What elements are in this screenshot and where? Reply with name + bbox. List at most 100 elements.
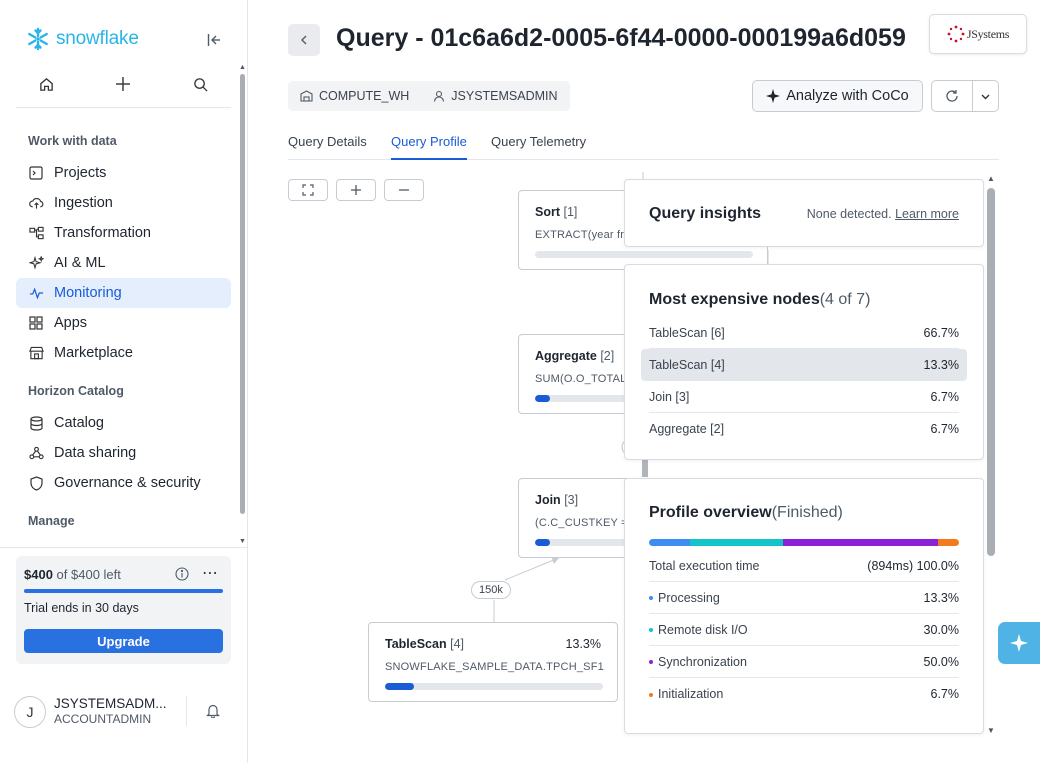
scroll-down-icon[interactable]: ▼ — [239, 538, 246, 545]
breakdown-segment — [783, 539, 939, 546]
execution-breakdown-bar — [649, 539, 959, 546]
refresh-options-button[interactable] — [972, 80, 999, 112]
breakdown-segment — [938, 539, 959, 546]
graph-edge — [504, 558, 557, 581]
sidebar-item-label: Data sharing — [54, 445, 137, 461]
credits-amount: $400 of $400 left — [24, 567, 121, 582]
scroll-down-icon[interactable]: ▼ — [987, 726, 995, 735]
panel-title: Query insights — [649, 205, 762, 222]
sidebar-item-label: Monitoring — [54, 285, 122, 301]
overview-row-remote-disk-io: Remote disk I/O 30.0% — [649, 614, 959, 646]
storefront-icon — [28, 345, 44, 361]
shield-icon — [28, 475, 44, 491]
main-scrollbar[interactable]: ▲ ▼ — [986, 174, 996, 736]
create-button[interactable] — [111, 72, 135, 96]
warehouse-name: COMPUTE_WH — [319, 89, 410, 103]
query-meta: COMPUTE_WH JSYSTEMSADMIN — [288, 81, 570, 111]
warehouse-icon — [300, 90, 313, 102]
graph-edge — [642, 457, 648, 477]
panel-title: Profile overview(Finished) — [649, 504, 843, 521]
database-icon — [28, 415, 44, 431]
home-button[interactable] — [34, 72, 58, 96]
sidebar-item-apps[interactable]: Apps — [16, 308, 231, 338]
jsystems-logo-icon — [947, 25, 965, 43]
sidebar-item-monitoring[interactable]: Monitoring — [16, 278, 231, 308]
user-icon — [434, 90, 445, 102]
share-icon — [28, 445, 44, 461]
legend-dot — [649, 660, 653, 665]
sidebar-item-label: Apps — [54, 315, 88, 331]
sparkle-icon — [766, 89, 781, 103]
quick-actions — [16, 64, 231, 108]
ai-assistant-button[interactable] — [998, 622, 1040, 664]
node-name: Sort [1] — [535, 205, 578, 219]
credits-progress-bar — [24, 589, 223, 593]
scroll-up-icon[interactable]: ▲ — [987, 174, 995, 183]
sidebar-item-projects[interactable]: Projects — [16, 158, 231, 188]
query-user: JSYSTEMSADMIN — [451, 89, 558, 103]
logo-wordmark: snowflake — [56, 28, 139, 49]
user-role: ACCOUNTADMIN — [54, 712, 152, 726]
activity-icon — [28, 285, 44, 301]
projects-icon — [28, 165, 44, 181]
home-icon — [39, 77, 53, 91]
info-icon[interactable] — [175, 567, 189, 586]
user-menu[interactable]: J JSYSTEMSADM... ACCOUNTADMIN — [14, 694, 234, 730]
node-description: SNOWFLAKE_SAMPLE_DATA.TPCH_SF1... — [385, 661, 605, 673]
tab-query-details[interactable]: Query Details — [288, 134, 367, 160]
back-button[interactable] — [288, 24, 320, 56]
overview-row-synchronization: Synchronization 50.0% — [649, 646, 959, 678]
expensive-node-row[interactable]: Aggregate [2] 6.7% — [649, 413, 959, 445]
sidebar-item-catalog[interactable]: Catalog — [16, 408, 231, 438]
scroll-thumb[interactable] — [240, 74, 245, 514]
chevron-left-icon — [301, 35, 307, 45]
divider — [186, 696, 187, 726]
page-title: Query - 01c6a6d2-0005-6f44-0000-000199a6… — [336, 24, 906, 52]
edge-row-count: 150k — [471, 581, 511, 599]
sidebar-item-marketplace[interactable]: Marketplace — [16, 338, 231, 368]
node-progress-bar — [535, 251, 753, 258]
graph-node-tablescan[interactable]: TableScan [4] 13.3% SNOWFLAKE_SAMPLE_DAT… — [368, 622, 618, 702]
sidebar-item-label: Projects — [54, 165, 107, 181]
learn-more-link[interactable]: Learn more — [895, 207, 959, 221]
collapse-sidebar-button[interactable] — [204, 30, 224, 50]
sidebar-scrollbar[interactable]: ▲ ▼ — [238, 64, 246, 549]
sidebar-item-data-sharing[interactable]: Data sharing — [16, 438, 231, 468]
expensive-node-row[interactable]: TableScan [4] 13.3% — [641, 349, 967, 381]
expensive-node-row[interactable]: TableScan [6] 66.7% — [649, 317, 959, 349]
snowflake-logo[interactable]: snowflake — [26, 27, 139, 51]
snowflake-icon — [28, 27, 48, 51]
tab-query-telemetry[interactable]: Query Telemetry — [491, 134, 586, 160]
most-expensive-nodes-panel: Most expensive nodes(4 of 7) TableScan [… — [624, 264, 984, 460]
breakdown-segment — [649, 539, 691, 546]
expensive-node-row[interactable]: Join [3] 6.7% — [649, 381, 959, 413]
sidebar-item-governance[interactable]: Governance & security — [16, 468, 231, 498]
sparkle-icon — [28, 255, 44, 271]
legend-dot — [649, 692, 653, 697]
profile-overview-panel: Profile overview(Finished) Total executi… — [624, 478, 984, 734]
trial-text: Trial ends in 30 days — [24, 601, 139, 615]
analyze-with-coco-button[interactable]: Analyze with CoCo — [752, 80, 923, 112]
node-progress-fill — [535, 539, 550, 546]
chevron-down-icon — [981, 94, 990, 99]
credits-card: $400 of $400 left ⋯ Trial ends in 30 day… — [16, 556, 231, 664]
scroll-up-icon[interactable]: ▲ — [239, 64, 246, 71]
upgrade-button[interactable]: Upgrade — [24, 629, 223, 653]
search-button[interactable] — [188, 72, 212, 96]
sidebar-item-ai-ml[interactable]: AI & ML — [16, 248, 231, 278]
refresh-button[interactable] — [931, 80, 973, 112]
more-options-icon[interactable]: ⋯ — [202, 563, 219, 583]
scroll-thumb[interactable] — [987, 188, 995, 556]
avatar[interactable]: J — [14, 696, 46, 728]
sidebar-item-transformation[interactable]: Transformation — [16, 218, 231, 248]
tab-query-profile[interactable]: Query Profile — [391, 134, 467, 160]
sidebar-item-label: Catalog — [54, 415, 104, 431]
section-manage: Manage — [28, 514, 75, 528]
node-progress-fill — [385, 683, 414, 690]
sidebar-item-label: AI & ML — [54, 255, 106, 271]
sidebar-item-ingestion[interactable]: Ingestion — [16, 188, 231, 218]
insights-status: None detected. Learn more — [806, 207, 959, 221]
legend-dot — [649, 628, 653, 633]
bell-icon[interactable] — [206, 703, 220, 723]
refresh-icon — [946, 90, 958, 102]
